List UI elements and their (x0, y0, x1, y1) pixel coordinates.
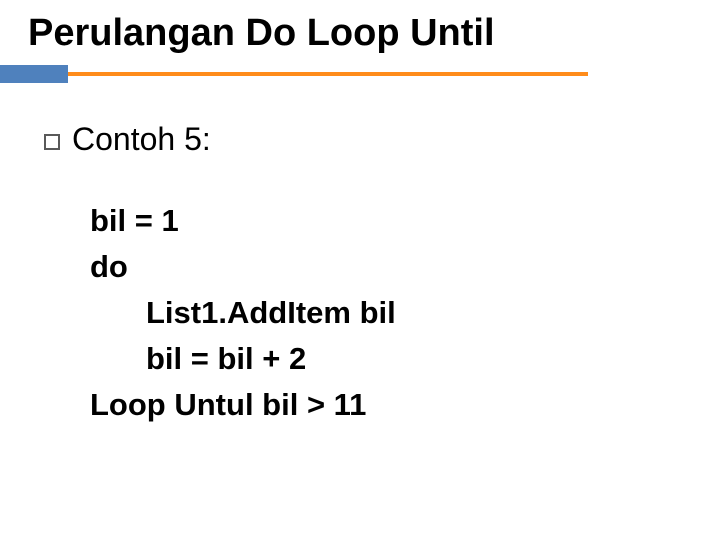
code-line-5: Loop Untul bil > 11 (90, 382, 720, 428)
bullet-square-icon (44, 134, 60, 150)
subtitle-row: Contoh 5: (44, 121, 720, 158)
code-line-1: bil = 1 (90, 198, 720, 244)
subtitle-text: Contoh 5: (72, 121, 211, 158)
code-block: bil = 1 do List1.AddItem bil bil = bil +… (44, 198, 720, 427)
orange-underline (0, 72, 588, 76)
slide-title: Perulangan Do Loop Until (0, 0, 720, 63)
content-area: Contoh 5: bil = 1 do List1.AddItem bil b… (0, 83, 720, 427)
blue-accent-box (0, 65, 68, 83)
code-line-2: do (90, 244, 720, 290)
code-line-4: bil = bil + 2 (90, 336, 720, 382)
title-underline (0, 65, 720, 83)
code-line-3: List1.AddItem bil (90, 290, 720, 336)
